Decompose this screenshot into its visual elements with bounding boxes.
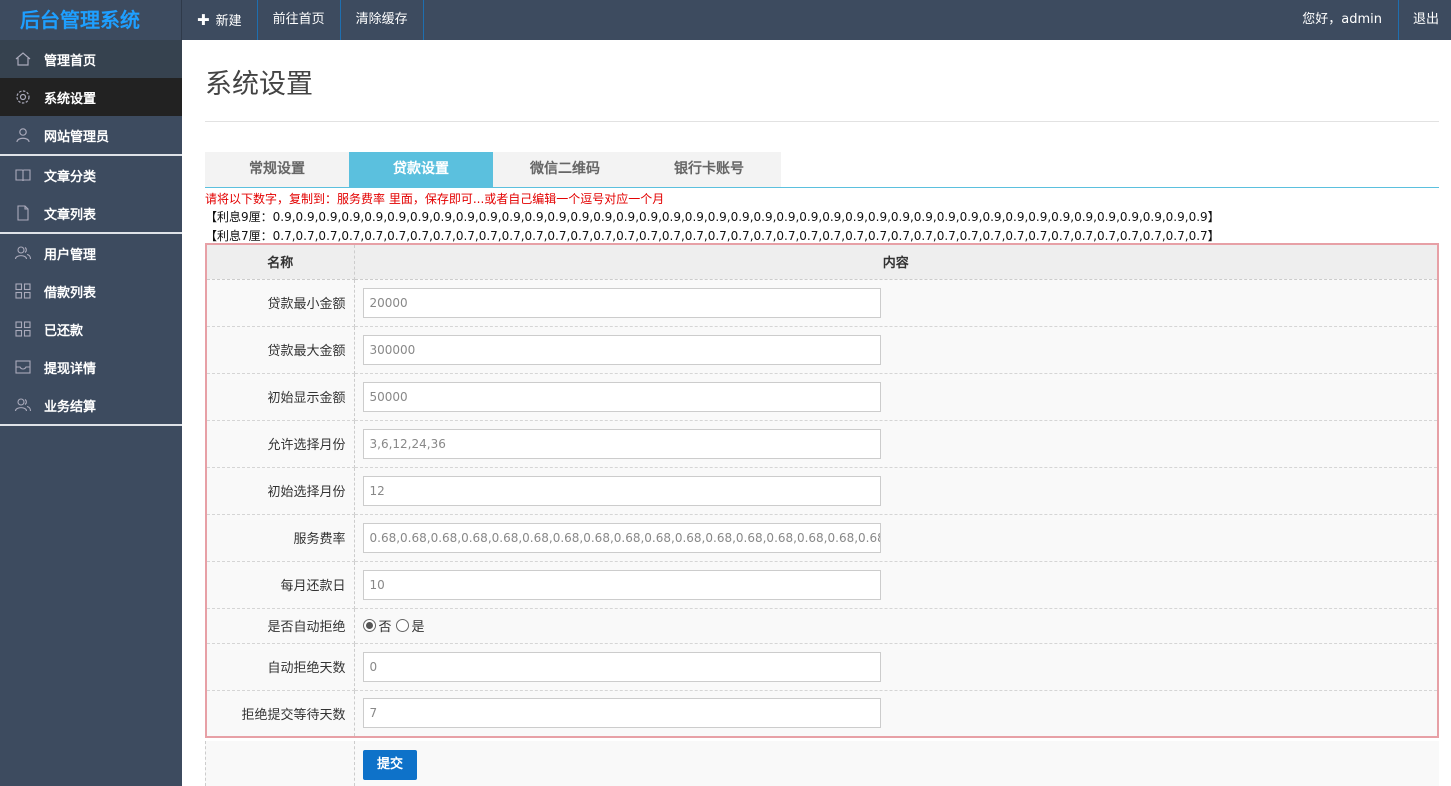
sidebar-item-label: 文章分类 (44, 169, 97, 185)
sidebar-item-business-settlement[interactable]: 业务结算 (0, 386, 182, 424)
grid-icon (14, 320, 32, 338)
sidebar: 管理首页 系统设置 网站管理员 文章分类 文章列表 用户管理 借款列表 已还款 … (0, 40, 182, 786)
tab-general-settings[interactable]: 常规设置 (205, 152, 349, 187)
loan-settings-table: 名称 内容 贷款最小金额 20000 贷款最大金额 300000 初始显示金额 … (205, 243, 1439, 738)
sidebar-item-user-management[interactable]: 用户管理 (0, 234, 182, 272)
table-row: 服务费率 0.68,0.68,0.68,0.68,0.68,0.68,0.68,… (206, 514, 1438, 562)
column-header-content: 内容 (354, 244, 1438, 280)
tab-wechat-qrcode[interactable]: 微信二维码 (493, 152, 637, 187)
sidebar-item-repaid[interactable]: 已还款 (0, 310, 182, 348)
plus-icon: ✚ (197, 11, 210, 29)
users-icon (14, 396, 32, 414)
gear-icon (14, 88, 32, 106)
table-row: 是否自动拒绝 否 是 (206, 608, 1438, 644)
file-icon (14, 204, 32, 222)
field-label-auto-reject: 是否自动拒绝 (206, 608, 355, 644)
field-label-min-amount: 贷款最小金额 (206, 279, 355, 327)
table-row: 初始显示金额 50000 (206, 373, 1438, 421)
sidebar-item-article-list[interactable]: 文章列表 (0, 194, 182, 232)
sidebar-item-system-settings[interactable]: 系统设置 (0, 78, 182, 116)
copy-notice: 请将以下数字，复制到：服务费率 里面，保存即可...或者自己编辑一个逗号对应一个… (205, 192, 665, 206)
sidebar-item-label: 用户管理 (44, 247, 97, 263)
app-logo-title[interactable]: 后台管理系统 (0, 0, 182, 40)
auto-reject-radio-group: 否 是 (362, 616, 1438, 635)
initial-amount-input[interactable]: 50000 (362, 381, 881, 412)
repayment-day-input[interactable]: 10 (362, 569, 881, 600)
auto-reject-yes-label: 是 (411, 620, 425, 635)
table-row: 允许选择月份 3,6,12,24,36 (206, 420, 1438, 468)
sidebar-group-articles: 文章分类 文章列表 (0, 156, 182, 234)
settings-tabs: 常规设置 贷款设置 微信二维码 银行卡账号 (205, 152, 781, 187)
auto-reject-days-input[interactable]: 0 (362, 651, 881, 682)
tab-loan-settings[interactable]: 贷款设置 (349, 152, 493, 187)
sidebar-item-label: 系统设置 (44, 91, 97, 107)
page-title: 系统设置 (205, 69, 313, 100)
column-header-name: 名称 (206, 244, 355, 280)
inbox-icon (14, 358, 32, 376)
table-header-row: 名称 内容 (206, 244, 1438, 280)
home-icon (14, 50, 32, 68)
title-divider (205, 121, 1439, 122)
sidebar-item-label: 文章列表 (44, 207, 97, 223)
auto-reject-no-label: 否 (378, 620, 392, 635)
field-label-initial-month: 初始选择月份 (206, 467, 355, 515)
min-amount-input[interactable]: 20000 (362, 287, 881, 318)
user-icon (14, 126, 32, 144)
grid-icon (14, 282, 32, 300)
user-area: 您好，admin 退出 (1286, 0, 1451, 40)
top-bar: 后台管理系统 ✚ 新建 前往首页 清除缓存 您好，admin 退出 (0, 0, 1451, 40)
sidebar-group-business: 用户管理 借款列表 已还款 提现详情 业务结算 (0, 234, 182, 426)
table-row: 初始选择月份 12 (206, 467, 1438, 515)
field-label-service-rate: 服务费率 (206, 514, 355, 562)
sidebar-item-label: 业务结算 (44, 399, 97, 415)
submit-row: 提交 (205, 741, 1439, 786)
logout-button[interactable]: 退出 (1399, 0, 1451, 40)
users-icon (14, 244, 32, 262)
new-button[interactable]: ✚ 新建 (182, 0, 258, 40)
sidebar-item-label: 管理首页 (44, 53, 97, 69)
rate-7-list: 【利息7厘：0.7,0.7,0.7,0.7,0.7,0.7,0.7,0.7,0.… (205, 229, 1220, 243)
field-label-allowed-months: 允许选择月份 (206, 420, 355, 468)
allowed-months-input[interactable]: 3,6,12,24,36 (362, 428, 881, 459)
table-row: 自动拒绝天数 0 (206, 643, 1438, 691)
field-label-auto-reject-days: 自动拒绝天数 (206, 643, 355, 691)
go-home-link[interactable]: 前往首页 (258, 0, 341, 40)
field-label-max-amount: 贷款最大金额 (206, 326, 355, 374)
max-amount-input[interactable]: 300000 (362, 334, 881, 365)
rate-9-list: 【利息9厘：0.9,0.9,0.9,0.9,0.9,0.9,0.9,0.9,0.… (205, 210, 1220, 224)
service-rate-input[interactable]: 0.68,0.68,0.68,0.68,0.68,0.68,0.68,0.68,… (362, 522, 881, 553)
sidebar-item-label: 借款列表 (44, 285, 97, 301)
new-label: 新建 (215, 14, 242, 29)
table-row: 每月还款日 10 (206, 561, 1438, 609)
auto-reject-no-radio[interactable] (362, 619, 376, 632)
tab-bank-account[interactable]: 银行卡账号 (637, 152, 781, 187)
reject-wait-days-input[interactable]: 7 (362, 698, 881, 729)
table-row: 贷款最小金额 20000 (206, 279, 1438, 327)
initial-month-input[interactable]: 12 (362, 475, 881, 506)
book-icon (14, 166, 32, 184)
sidebar-group-system: 管理首页 系统设置 网站管理员 (0, 40, 182, 156)
top-nav: ✚ 新建 前往首页 清除缓存 (182, 0, 424, 40)
clear-cache-button[interactable]: 清除缓存 (341, 0, 424, 40)
field-label-reject-wait-days: 拒绝提交等待天数 (206, 690, 355, 738)
submit-button[interactable]: 提交 (363, 750, 417, 780)
user-greeting: 您好，admin (1286, 0, 1399, 40)
sidebar-item-label: 提现详情 (44, 361, 97, 377)
sidebar-item-article-categories[interactable]: 文章分类 (0, 156, 182, 194)
field-label-repayment-day: 每月还款日 (206, 561, 355, 609)
submit-row-label-cell (206, 741, 355, 786)
sidebar-item-site-admins[interactable]: 网站管理员 (0, 116, 182, 154)
table-row: 贷款最大金额 300000 (206, 326, 1438, 374)
sidebar-item-dashboard[interactable]: 管理首页 (0, 40, 182, 78)
auto-reject-yes-radio[interactable] (395, 619, 409, 632)
sidebar-item-label: 网站管理员 (44, 129, 110, 145)
sidebar-item-label: 已还款 (44, 323, 84, 339)
tab-divider (205, 187, 1439, 188)
table-row: 拒绝提交等待天数 7 (206, 690, 1438, 738)
field-label-initial-amount: 初始显示金额 (206, 373, 355, 421)
sidebar-item-loan-list[interactable]: 借款列表 (0, 272, 182, 310)
sidebar-item-withdrawal-details[interactable]: 提现详情 (0, 348, 182, 386)
